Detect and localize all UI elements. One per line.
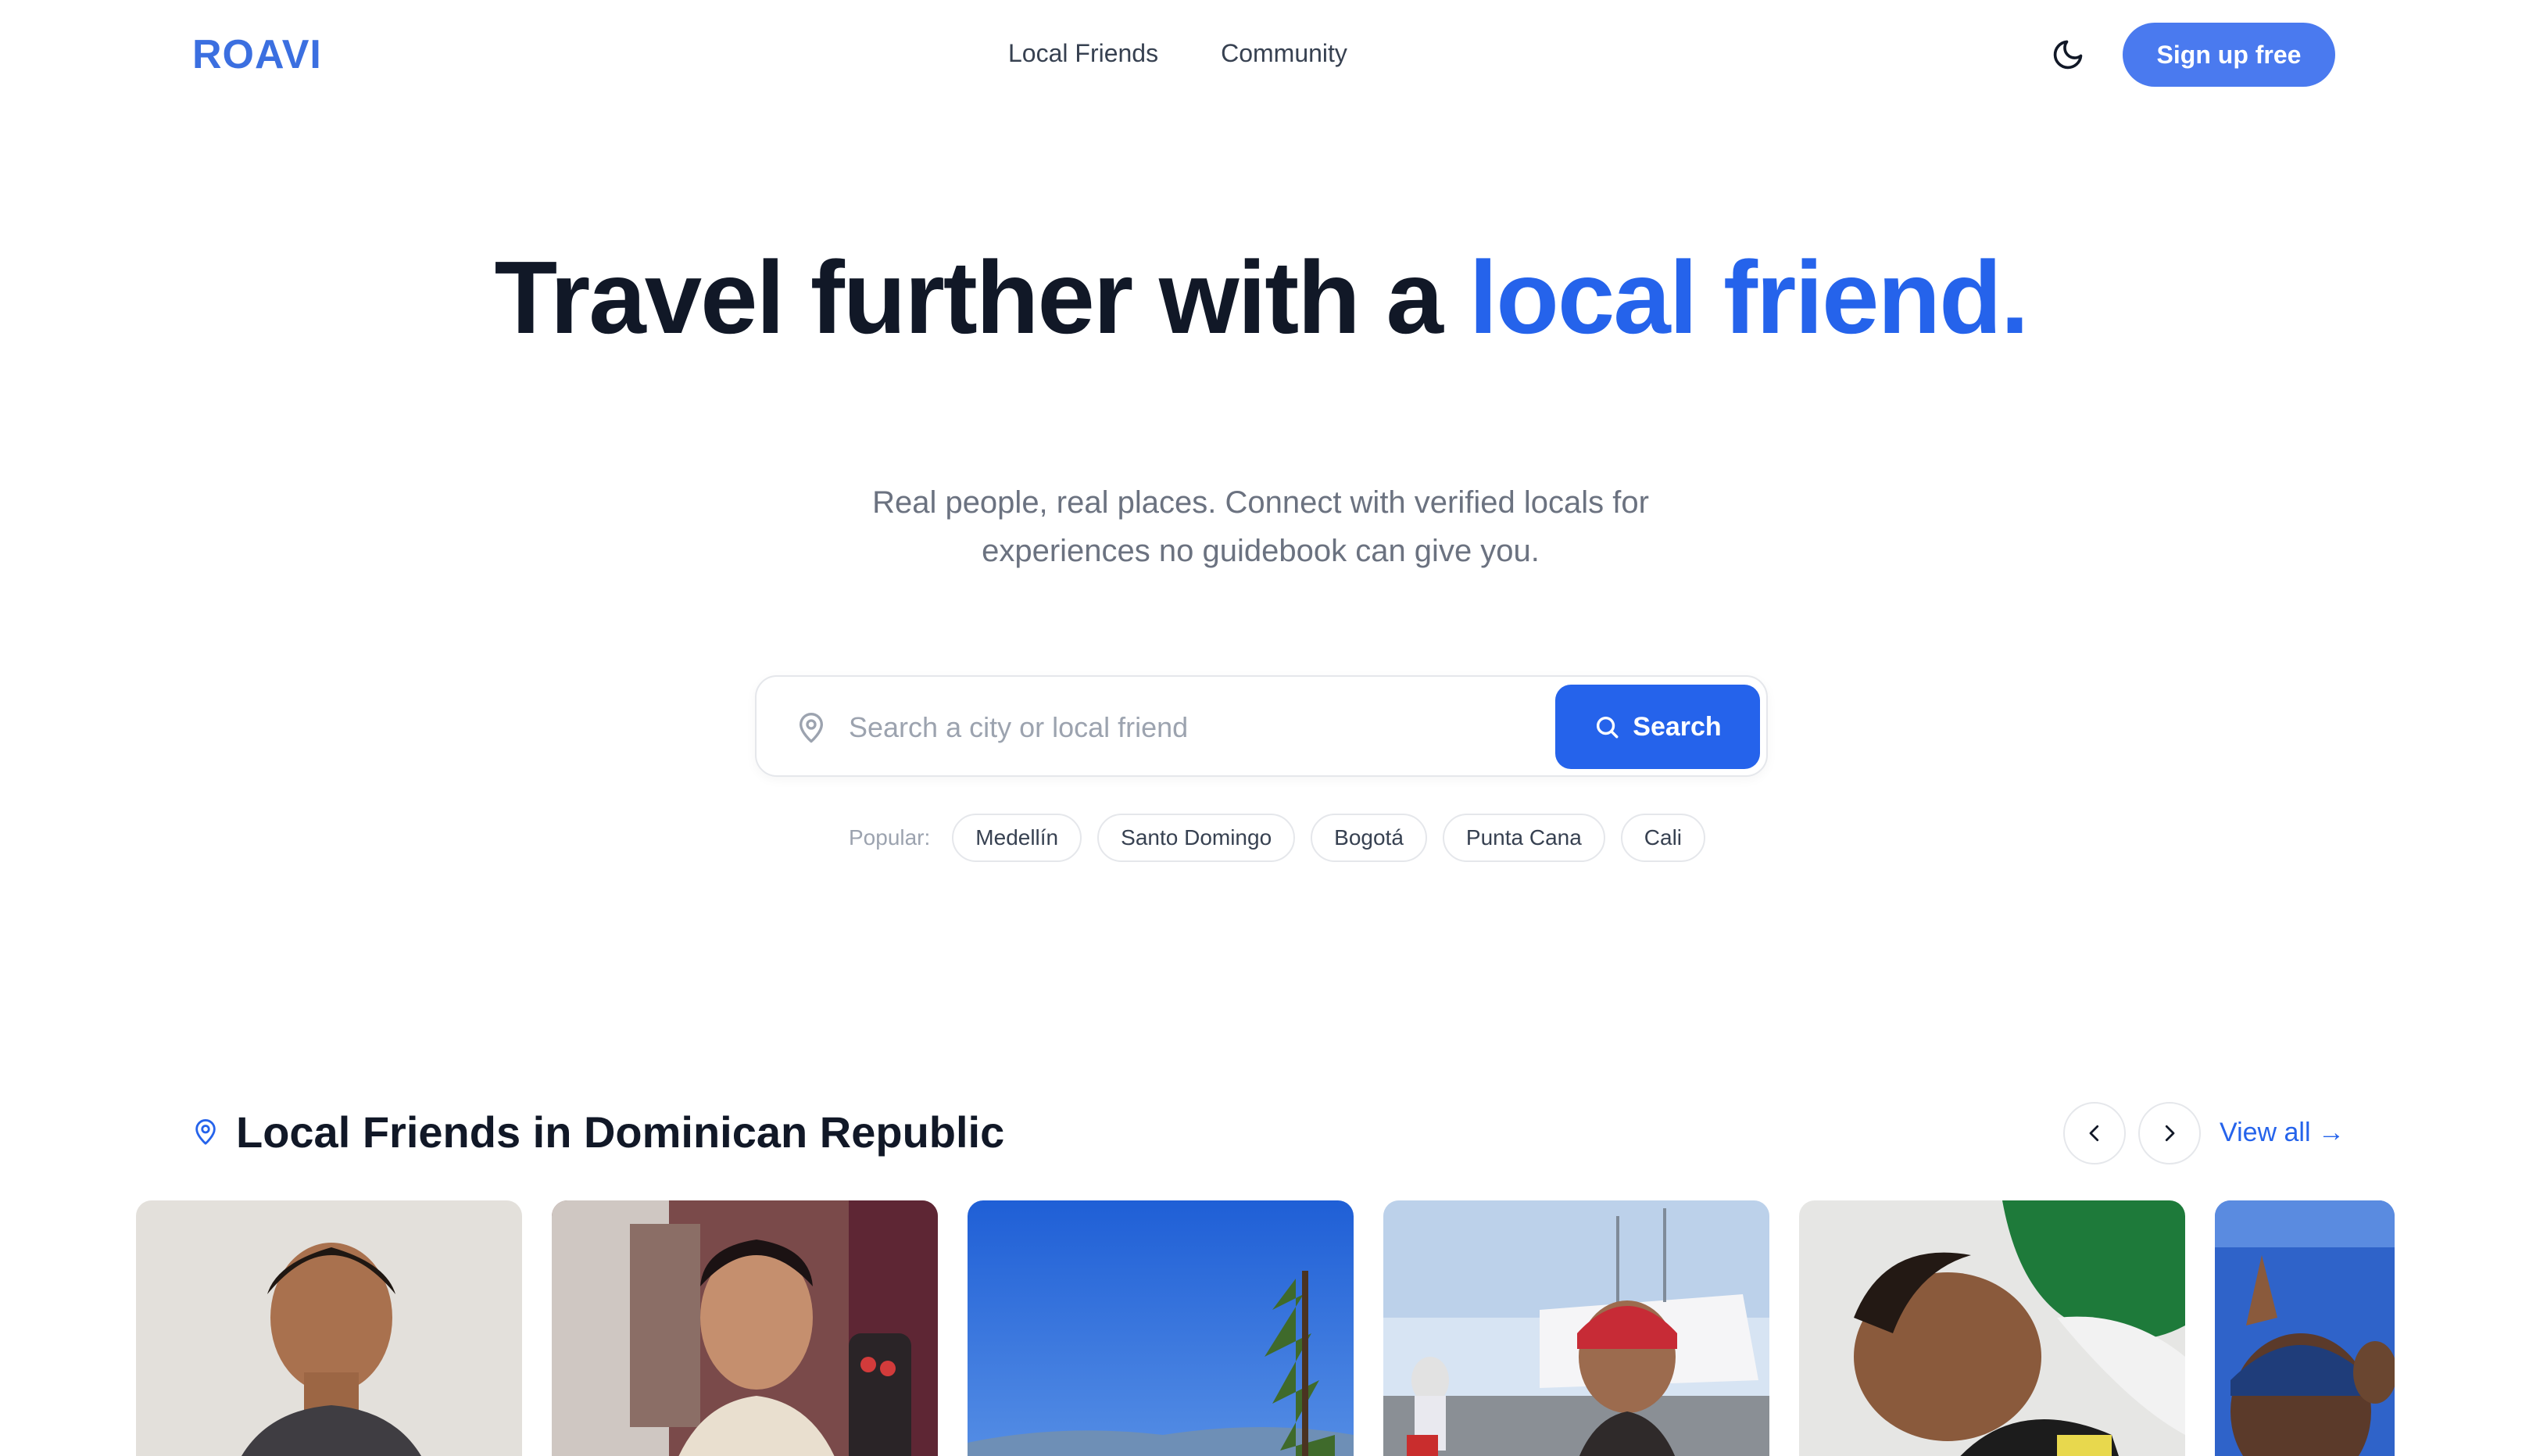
chip-punta-cana[interactable]: Punta Cana: [1442, 814, 1605, 862]
search-input[interactable]: [849, 700, 1505, 755]
section-header: Local Friends in Dominican Republic: [192, 1107, 1004, 1157]
friend-photo: [2215, 1200, 2395, 1456]
moon-icon: [2053, 40, 2083, 70]
friend-card[interactable]: [968, 1200, 1354, 1456]
page: ROAVI Local Friends Community Sign up fr…: [0, 0, 2522, 1456]
map-pin-icon: [800, 713, 823, 743]
friend-photo: [1799, 1200, 2185, 1456]
top-nav: ROAVI Local Friends Community Sign up fr…: [0, 0, 2522, 111]
sign-up-button[interactable]: Sign up free: [2123, 23, 2335, 87]
logo[interactable]: ROAVI: [192, 31, 322, 78]
friend-photo: [136, 1200, 522, 1456]
friend-card[interactable]: [1383, 1200, 1769, 1456]
section-title: Local Friends in Dominican Republic: [236, 1107, 1005, 1157]
friend-photo: [552, 1200, 938, 1456]
hero-title: Travel further with a local friend.: [0, 246, 2522, 349]
nav-link-community[interactable]: Community: [1221, 39, 1347, 68]
chevron-right-icon: [2165, 1125, 2175, 1142]
chip-santo-domingo[interactable]: Santo Domingo: [1097, 814, 1296, 862]
friend-card[interactable]: [136, 1200, 522, 1456]
hero-title-accent: local friend.: [1468, 240, 2030, 355]
carousel-next-button[interactable]: [2138, 1102, 2201, 1164]
view-all-link[interactable]: View all →: [2220, 1118, 2345, 1148]
theme-toggle-button[interactable]: [2049, 36, 2087, 73]
nav-link-local-friends[interactable]: Local Friends: [1008, 39, 1158, 68]
hero-title-main: Travel further with a: [494, 240, 1469, 355]
friend-card[interactable]: [2215, 1200, 2395, 1456]
chip-medellin[interactable]: Medellín: [952, 814, 1082, 862]
hero-subtitle: Real people, real places. Connect with v…: [872, 485, 1649, 568]
popular-destinations: Popular: Medellín Santo Domingo Bogotá P…: [849, 813, 1706, 863]
friend-photo: [1383, 1200, 1769, 1456]
popular-label: Popular:: [849, 825, 931, 850]
friend-card[interactable]: [552, 1200, 938, 1456]
search-bar: Search: [755, 675, 1768, 777]
friend-card[interactable]: [1799, 1200, 2185, 1456]
carousel-prev-button[interactable]: [2063, 1102, 2126, 1164]
search-button-label: Search: [1633, 711, 1722, 742]
chip-bogota[interactable]: Bogotá: [1311, 814, 1427, 862]
nav-links: Local Friends Community: [1008, 39, 1347, 68]
carousel-controls: [2063, 1102, 2201, 1164]
search-button[interactable]: Search: [1555, 685, 1760, 769]
local-friends-carousel: [136, 1200, 2395, 1456]
map-pin-icon: [195, 1118, 216, 1145]
chip-cali[interactable]: Cali: [1620, 814, 1706, 862]
friend-photo: [968, 1200, 1354, 1456]
search-icon: [1597, 716, 1619, 739]
chevron-left-icon: [2089, 1125, 2099, 1142]
